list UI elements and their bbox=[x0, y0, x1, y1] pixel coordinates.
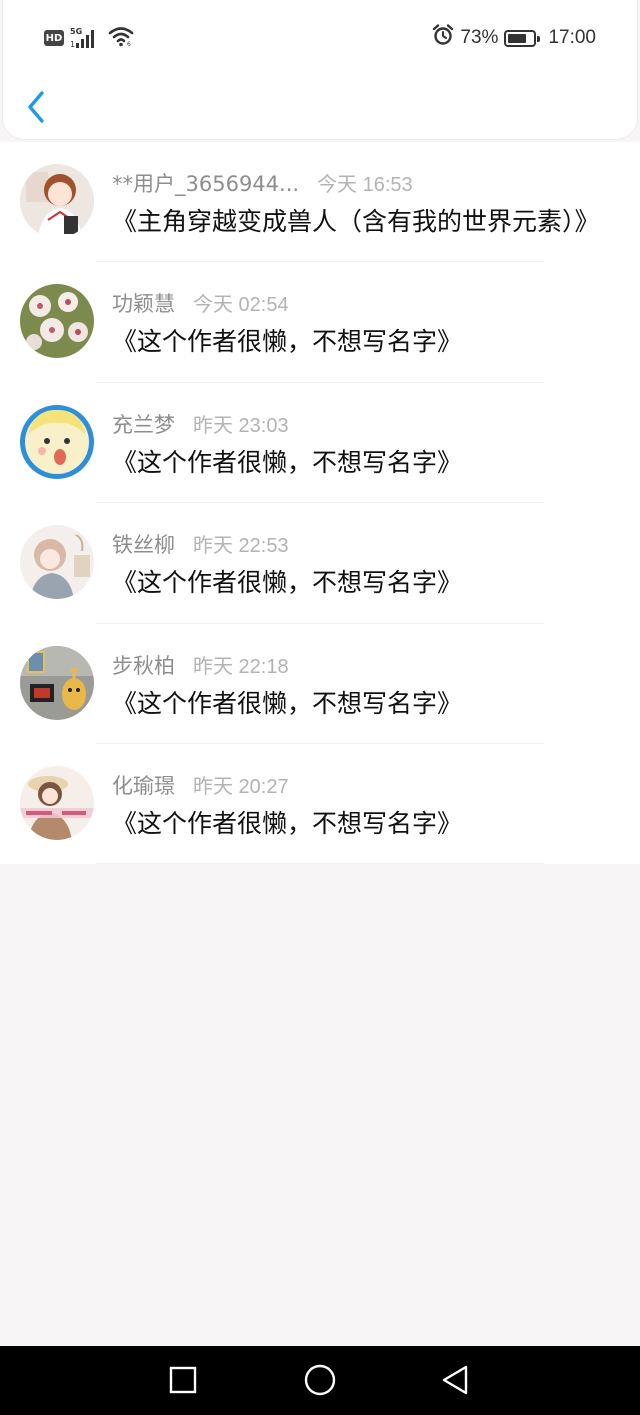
item-meta: 步秋柏 昨天 22:18 bbox=[112, 650, 289, 680]
back-nav-button[interactable] bbox=[436, 1360, 476, 1400]
avatar[interactable] bbox=[20, 404, 94, 479]
timestamp: 昨天 22:18 bbox=[193, 655, 289, 678]
hd-badge: HD bbox=[44, 30, 64, 46]
user-name[interactable]: 铁丝柳 bbox=[112, 529, 175, 559]
battery-percent: 73% bbox=[460, 27, 499, 48]
timestamp: 今天 16:53 bbox=[317, 174, 413, 196]
user-name[interactable]: 功颖慧 bbox=[112, 288, 175, 318]
user-name[interactable]: 步秋柏 bbox=[112, 650, 175, 680]
book-title[interactable]: 《这个作者很懒，不想写名字》 bbox=[112, 686, 612, 722]
avatar[interactable] bbox=[20, 765, 94, 840]
triangle-back-icon bbox=[442, 1365, 468, 1395]
battery-icon bbox=[504, 29, 541, 47]
square-icon bbox=[169, 1366, 197, 1394]
list-item[interactable]: 功颖慧 今天 02:54 《这个作者很懒，不想写名字》 bbox=[0, 262, 640, 383]
timestamp: 昨天 22:53 bbox=[193, 535, 289, 558]
book-title[interactable]: 《这个作者很懒，不想写名字》 bbox=[112, 445, 612, 481]
svg-text:1: 1 bbox=[70, 40, 75, 49]
timestamp: 今天 02:54 bbox=[193, 294, 289, 317]
timestamp: 昨天 20:27 bbox=[193, 775, 289, 798]
avatar[interactable] bbox=[20, 645, 94, 720]
list-item[interactable]: 步秋柏 昨天 22:18 《这个作者很懒，不想写名字》 bbox=[0, 624, 640, 744]
book-title[interactable]: 《这个作者很懒，不想写名字》 bbox=[112, 565, 612, 601]
user-name[interactable]: 充兰梦 bbox=[112, 409, 175, 439]
recents-button[interactable] bbox=[163, 1360, 203, 1400]
list-item[interactable]: 充兰梦 昨天 23:03 《这个作者很懒，不想写名字》 bbox=[0, 383, 640, 504]
battery-level bbox=[508, 33, 526, 43]
signal-icon: 5G 1 bbox=[70, 27, 102, 49]
system-nav-bar bbox=[0, 1346, 640, 1415]
alarm-icon bbox=[432, 24, 454, 52]
home-button[interactable] bbox=[300, 1360, 340, 1400]
circle-icon bbox=[304, 1364, 336, 1396]
status-left: HD 5G 1 6 bbox=[44, 26, 134, 50]
list-item[interactable]: **用户_3656944... 今天 16:53 《主角穿越变成兽人（含有我的世… bbox=[0, 142, 640, 263]
user-name[interactable]: **用户_3656944... bbox=[112, 168, 299, 198]
wifi-icon: 6 bbox=[108, 25, 134, 51]
item-meta: 铁丝柳 昨天 22:53 bbox=[112, 529, 289, 559]
item-meta: 化瑜璟 昨天 20:27 bbox=[112, 770, 289, 800]
list-item[interactable]: 铁丝柳 昨天 22:53 《这个作者很懒，不想写名字》 bbox=[0, 503, 640, 624]
timestamp: 昨天 23:03 bbox=[193, 414, 289, 437]
network-label: 5G bbox=[70, 27, 83, 36]
item-meta: 充兰梦 昨天 23:03 bbox=[112, 409, 289, 439]
clock: 17:00 bbox=[548, 27, 596, 48]
user-name[interactable]: 化瑜璟 bbox=[112, 770, 175, 800]
status-right: 73% 17:00 bbox=[432, 24, 596, 52]
avatar[interactable] bbox=[20, 164, 94, 238]
book-title[interactable]: 《这个作者很懒，不想写名字》 bbox=[112, 324, 612, 360]
svg-text:6: 6 bbox=[127, 41, 131, 47]
avatar[interactable] bbox=[20, 525, 94, 600]
book-title[interactable]: 《主角穿越变成兽人（含有我的世界元素）》 bbox=[112, 204, 612, 240]
chevron-left-icon bbox=[28, 91, 44, 123]
status-bar: HD 5G 1 6 73% 17:00 bbox=[0, 0, 640, 76]
item-meta: **用户_3656944... 今天 16:53 bbox=[112, 168, 413, 198]
avatar[interactable] bbox=[20, 284, 94, 359]
item-meta: 功颖慧 今天 02:54 bbox=[112, 288, 289, 318]
message-list: **用户_3656944... 今天 16:53 《主角穿越变成兽人（含有我的世… bbox=[0, 142, 640, 865]
back-button[interactable] bbox=[20, 86, 52, 128]
book-title[interactable]: 《这个作者很懒，不想写名字》 bbox=[112, 806, 612, 842]
list-item[interactable]: 化瑜璟 昨天 20:27 《这个作者很懒，不想写名字》 bbox=[0, 744, 640, 865]
divider bbox=[96, 863, 544, 865]
